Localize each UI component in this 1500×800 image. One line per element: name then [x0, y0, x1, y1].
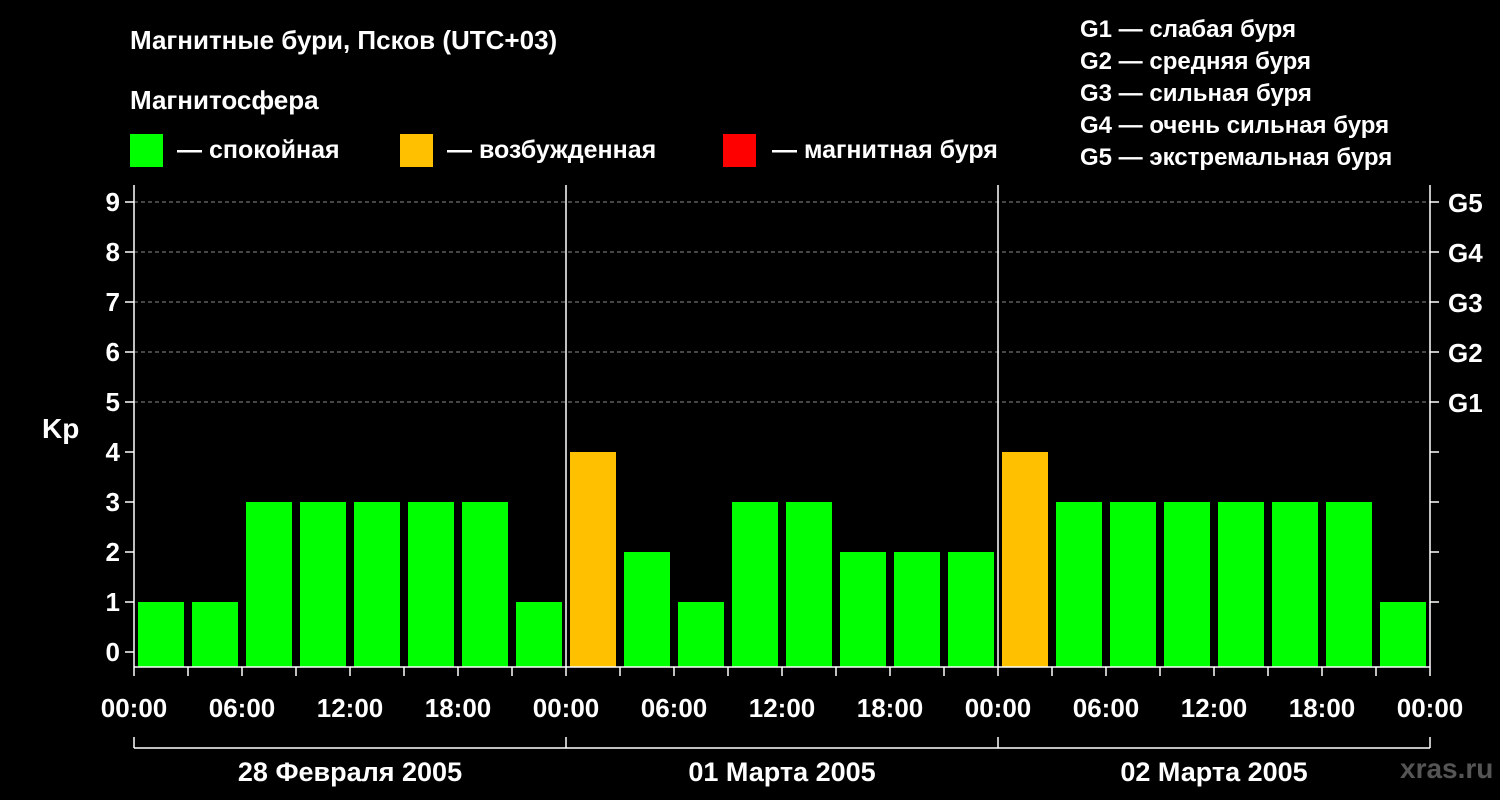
kp-bar — [408, 502, 454, 667]
y-tick-label: 5 — [106, 387, 120, 417]
kp-bar — [1110, 502, 1156, 667]
y-axis-label: Kp — [42, 413, 79, 444]
kp-bar — [462, 502, 508, 667]
kp-bar — [570, 452, 616, 667]
day-label: 02 Марта 2005 — [1120, 757, 1307, 787]
y-tick-label: 7 — [106, 287, 120, 317]
g-level-label: G3 — [1448, 288, 1483, 318]
legend-label-excited: — возбужденная — [447, 136, 656, 164]
kp-bar — [678, 602, 724, 667]
g-level-label: G2 — [1448, 338, 1483, 368]
legend-label-quiet: — спокойная — [177, 136, 340, 164]
kp-bar — [732, 502, 778, 667]
kp-bar — [1164, 502, 1210, 667]
kp-chart: Магнитные бури, Псков (UTC+03) Магнитосф… — [0, 0, 1500, 800]
g-level-label: G4 — [1448, 238, 1483, 268]
x-tick-label: 12:00 — [1181, 693, 1248, 723]
g-scale-item: G1 — слабая буря — [1080, 16, 1296, 43]
kp-bar — [246, 502, 292, 667]
day-label: 28 Февраля 2005 — [238, 757, 462, 787]
kp-bar — [138, 602, 184, 667]
x-tick-label: 18:00 — [425, 693, 492, 723]
x-tick-label: 12:00 — [317, 693, 384, 723]
watermark: xras.ru — [1400, 753, 1493, 784]
chart-title: Магнитные бури, Псков (UTC+03) — [130, 25, 557, 55]
x-tick-label: 00:00 — [101, 693, 168, 723]
legend-swatch-quiet — [130, 134, 163, 167]
x-tick-label: 18:00 — [857, 693, 924, 723]
kp-bar — [354, 502, 400, 667]
kp-bar — [516, 602, 562, 667]
y-tick-label: 8 — [106, 237, 120, 267]
x-tick-label: 06:00 — [209, 693, 276, 723]
g-scale-item: G4 — очень сильная буря — [1080, 112, 1389, 139]
x-tick-label: 00:00 — [965, 693, 1032, 723]
kp-bar — [1056, 502, 1102, 667]
legend-swatch-storm — [723, 134, 756, 167]
kp-bar — [624, 552, 670, 667]
y-tick-label: 1 — [106, 587, 120, 617]
g-scale-item: G3 — сильная буря — [1080, 80, 1312, 107]
kp-bar — [1380, 602, 1426, 667]
legend-label-storm: — магнитная буря — [772, 136, 998, 164]
kp-bar — [1002, 452, 1048, 667]
status-legend: — спокойная — возбужденная — магнитная б… — [130, 134, 998, 167]
kp-bar — [300, 502, 346, 667]
y-tick-label: 6 — [106, 337, 120, 367]
kp-bar — [894, 552, 940, 667]
kp-bar — [1326, 502, 1372, 667]
g-level-label: G5 — [1448, 188, 1483, 218]
g-scale-item: G5 — экстремальная буря — [1080, 144, 1392, 171]
kp-bar — [192, 602, 238, 667]
g-scale-item: G2 — средняя буря — [1080, 48, 1311, 75]
kp-bar — [1272, 502, 1318, 667]
x-tick-label: 06:00 — [641, 693, 708, 723]
y-tick-label: 4 — [106, 437, 121, 467]
day-label: 01 Марта 2005 — [688, 757, 875, 787]
legend-swatch-excited — [400, 134, 433, 167]
y-tick-label: 0 — [106, 637, 120, 667]
y-tick-label: 2 — [106, 537, 120, 567]
kp-bar — [1218, 502, 1264, 667]
x-tick-label: 18:00 — [1289, 693, 1356, 723]
x-tick-label: 00:00 — [533, 693, 600, 723]
x-tick-label: 00:00 — [1397, 693, 1464, 723]
y-tick-label: 3 — [106, 487, 120, 517]
g-level-label: G1 — [1448, 388, 1483, 418]
kp-bar — [786, 502, 832, 667]
y-tick-label: 9 — [106, 187, 120, 217]
x-tick-label: 12:00 — [749, 693, 816, 723]
legend-title: Магнитосфера — [130, 85, 319, 115]
x-tick-label: 06:00 — [1073, 693, 1140, 723]
kp-bar — [840, 552, 886, 667]
kp-bar — [948, 552, 994, 667]
